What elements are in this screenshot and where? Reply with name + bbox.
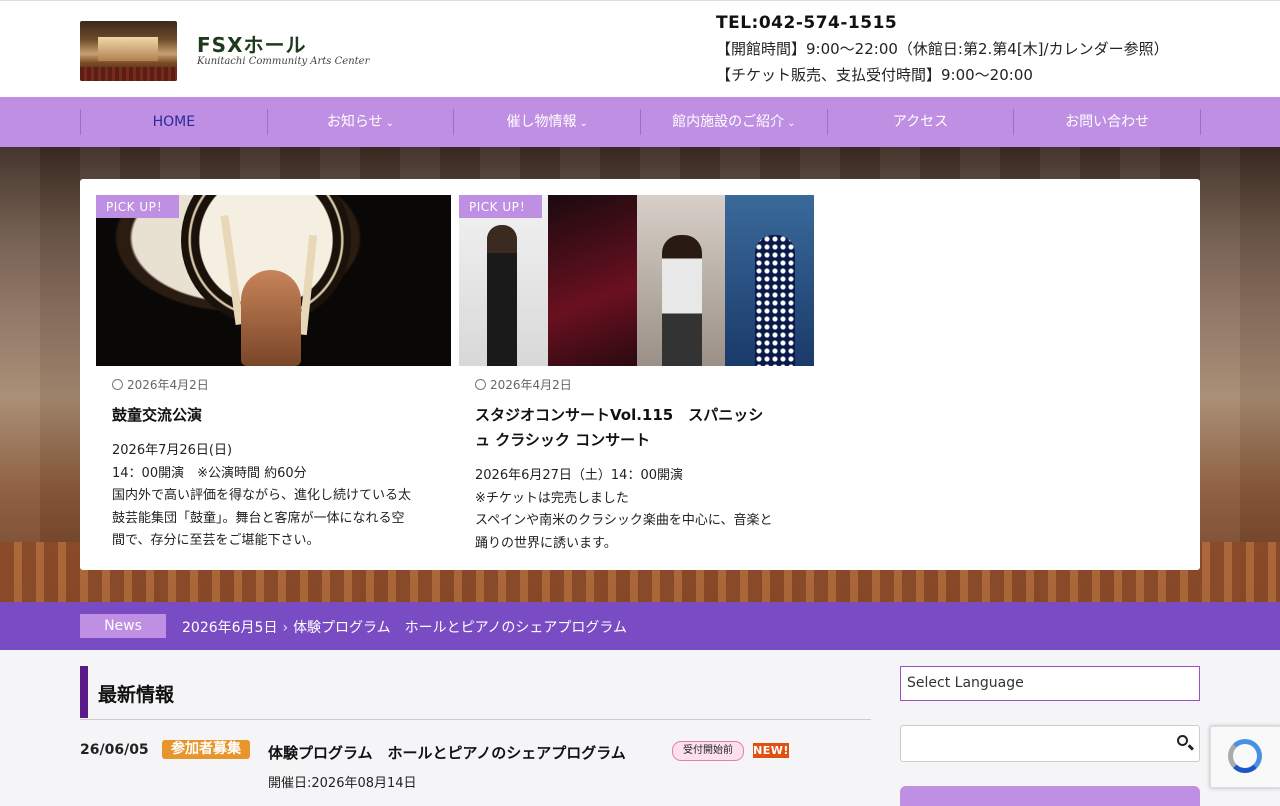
excerpt-line: スペインや南米のクラシック楽曲を中心に、音楽と (475, 513, 773, 529)
pickup-card[interactable]: PICK UP！ 2026年4月2日 スタジオコンサートVol.115 スパニッ… (459, 195, 814, 555)
language-select[interactable]: Select Language (900, 666, 1200, 701)
nav-item-label: お問い合わせ (1065, 114, 1150, 130)
clock-icon (475, 379, 486, 390)
excerpt-line: ※チケットは完売しました (475, 490, 629, 506)
item-title[interactable]: 体験プログラム ホールとピアノのシェアプログラム (268, 742, 626, 763)
excerpt-line: 14：00開演 ※公演時間 約60分 (112, 465, 307, 481)
logo-title[interactable]: FSXホール (197, 29, 307, 58)
pickup-excerpt: 2026年6月27日（土）14：00開演 ※チケットは完売しました スペインや南… (475, 465, 798, 555)
pickup-badge: PICK UP！ (459, 195, 542, 218)
nav-items: HOME お知らせ ⌄ 催し物情報 ⌄ 館内施設のご紹介 ⌄ アクセス お問い合わせ (80, 109, 1202, 135)
logo-subtitle: Kunitachi Community Arts Center (197, 56, 370, 67)
excerpt-line: 鼓芸能集団「鼓童」。舞台と客席が一体になれる空 (112, 510, 405, 526)
logo-stage (98, 37, 158, 61)
search-button-wrap (900, 725, 1200, 762)
contact-info: TEL:042-574-1515 【開館時間】9:00～22:00（休館日:第2… (716, 13, 1169, 85)
nav-item-events[interactable]: 催し物情報 ⌄ (454, 109, 642, 135)
excerpt-line: 間で、存分に至芸をご堪能下さい。 (112, 533, 320, 549)
post-date-text: 2026年4月2日 (490, 378, 572, 392)
recaptcha-icon (1228, 739, 1262, 773)
post-date: 2026年4月2日 (112, 376, 435, 393)
new-badge: NEW! (753, 743, 789, 758)
news-text: 体験プログラム ホールとピアノのシェアプログラム (293, 620, 627, 636)
title-line: ュ クラシック コンサート (475, 431, 651, 449)
news-ticker: News 2026年6月5日 › 体験プログラム ホールとピアノのシェアプログラム (0, 602, 1280, 650)
site-header: FSXホール Kunitachi Community Arts Center T… (0, 0, 1280, 97)
chevron-down-icon: ⌄ (579, 118, 588, 129)
chevron-down-icon: ⌄ (787, 118, 796, 129)
photo-panel (725, 195, 814, 366)
ticket-hours: 【チケット販売、支払受付時間】9:00～20:00 (716, 66, 1033, 84)
phone-number: TEL:042-574-1515 (716, 13, 898, 33)
nav-item-home[interactable]: HOME (81, 109, 268, 135)
chevron-down-icon: ⌄ (385, 118, 395, 129)
clock-icon (112, 379, 123, 390)
photo-panel (459, 195, 548, 366)
performer-graphic (241, 270, 301, 366)
pickup-thumbnail[interactable]: PICK UP！ (459, 195, 814, 366)
nav-item-facilities[interactable]: 館内施設のご紹介 ⌄ (641, 109, 828, 135)
nav-item-contact[interactable]: お問い合わせ (1014, 109, 1202, 135)
pickup-excerpt: 2026年7月26日(日) 14：00開演 ※公演時間 約60分 国内外で高い評… (112, 440, 435, 553)
pickup-title[interactable]: スタジオコンサートVol.115 スパニッシ ュ クラシック コンサート (475, 403, 798, 453)
excerpt-line: 2026年7月26日(日) (112, 443, 233, 458)
search-icon[interactable] (1177, 735, 1188, 746)
heading-accent-bar (80, 666, 88, 718)
list-item[interactable]: 26/06/05 参加者募集 体験プログラム ホールとピアノのシェアプログラム … (80, 740, 871, 800)
item-subtext: 開催日:2026年08月14日 (268, 776, 417, 791)
excerpt-line: 踊りの世界に誘います。 (475, 535, 617, 551)
opening-hours: 【開館時間】9:00～22:00（休館日:第2.第4[木]/カレンダー参照） (716, 40, 1169, 58)
photo-panel (547, 195, 637, 366)
category-badge[interactable]: 参加者募集 (162, 740, 250, 759)
nav-item-news[interactable]: お知らせ ⌄ (268, 109, 455, 135)
news-ticker-item[interactable]: 2026年6月5日 › 体験プログラム ホールとピアノのシェアプログラム (182, 617, 627, 637)
pickup-thumbnail[interactable]: PICK UP！ (96, 195, 451, 366)
title-line: スタジオコンサートVol.115 スパニッシ (475, 406, 764, 424)
post-date-text: 2026年4月2日 (127, 378, 209, 392)
pickup-badge: PICK UP！ (96, 195, 179, 218)
chevron-right-icon: › (282, 620, 289, 636)
news-date: 2026年6月5日 (182, 620, 278, 636)
nav-item-label: HOME (152, 114, 196, 130)
excerpt-line: 2026年6月27日（土）14：00開演 (475, 468, 683, 483)
pickup-section: PICK UP！ 2026年4月2日 鼓童交流公演 2026年7月26日(日) … (80, 179, 1200, 570)
logo-seats (80, 67, 177, 81)
pickup-title[interactable]: 鼓童交流公演 (112, 403, 435, 428)
nav-item-label: 催し物情報 (506, 114, 577, 130)
pickup-card[interactable]: PICK UP！ 2026年4月2日 鼓童交流公演 2026年7月26日(日) … (96, 195, 451, 553)
post-date: 2026年4月2日 (475, 376, 798, 393)
item-date: 26/06/05 (80, 742, 149, 758)
status-badge: 受付開始前 (672, 741, 744, 761)
nav-item-label: お知らせ (326, 114, 383, 130)
logo-image[interactable] (80, 21, 177, 81)
main-nav: HOME お知らせ ⌄ 催し物情報 ⌄ 館内施設のご紹介 ⌄ アクセス お問い合わせ (0, 97, 1280, 147)
sidebar-banner[interactable] (900, 786, 1200, 806)
news-label: News (80, 614, 166, 638)
nav-item-access[interactable]: アクセス (828, 109, 1015, 135)
excerpt-line: 国内外で高い評価を得ながら、進化し続けている太 (112, 488, 412, 504)
nav-item-label: アクセス (892, 114, 949, 130)
nav-item-label: 館内施設のご紹介 (672, 114, 785, 130)
photo-panel (636, 195, 726, 366)
section-title: 最新情報 (98, 684, 175, 706)
recaptcha-badge[interactable] (1210, 726, 1280, 788)
latest-heading: 最新情報 (80, 666, 871, 720)
